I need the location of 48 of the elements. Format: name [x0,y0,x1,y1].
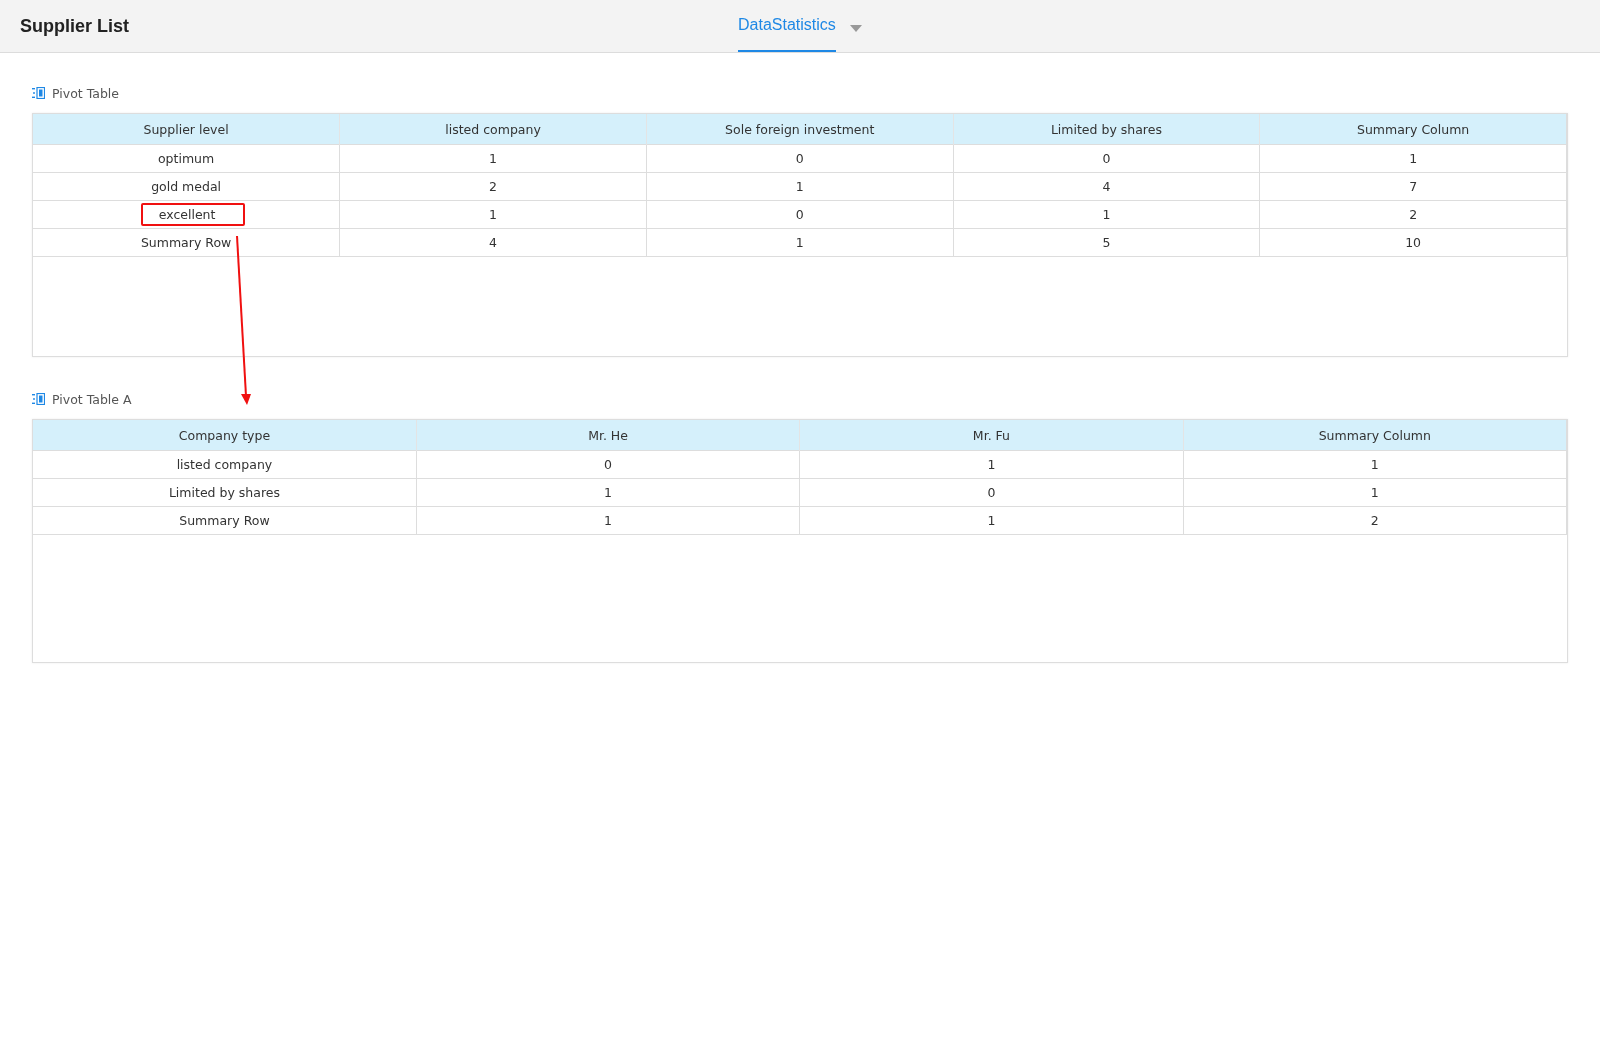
section-title: Pivot Table [52,85,119,101]
column-header: Sole foreign investment [646,114,954,145]
table-cell: Limited by shares [33,478,417,507]
table-cell: 1 [1183,478,1567,507]
table-cell: 0 [646,200,954,229]
caret-icon[interactable] [849,24,862,32]
table-cell: 4 [953,172,1260,201]
highlighted-cell-text: excellent [140,203,246,226]
column-header: Limited by shares [953,114,1260,145]
table-icon [32,87,45,99]
table-cell: 1 [339,200,647,229]
column-header: Summary Column [1259,114,1567,145]
column-header: Supplier level [33,114,340,145]
column-header: Summary Column [1183,420,1567,451]
column-header: Mr. Fu [799,420,1184,451]
page-title: Supplier List [20,15,129,37]
table-cell: 1 [1259,144,1567,173]
table-cell: optimum [33,144,340,173]
section-title: Pivot Table A [52,391,132,407]
table-cell: 1 [416,506,800,535]
table-cell: 4 [339,228,647,257]
table-cell: 1 [646,172,954,201]
table-cell: 0 [416,450,800,479]
tab[interactable]: DataStatistics [738,0,836,52]
table-cell: listed company [33,450,417,479]
table-cell: 0 [799,478,1184,507]
table-cell: 1 [799,506,1184,535]
table-cell: Summary Row [33,228,340,257]
table-cell: 2 [1259,200,1567,229]
table-cell: 1 [339,144,647,173]
table-cell: Summary Row [33,506,417,535]
column-header: Mr. He [416,420,800,451]
table-cell: gold medal [33,172,340,201]
table-cell: 1 [1183,450,1567,479]
table-cell: 0 [953,144,1260,173]
table-cell: 5 [953,228,1260,257]
table-cell: 1 [953,200,1260,229]
column-header: listed company [339,114,647,145]
table-icon [32,393,45,405]
table-cell: 1 [416,478,800,507]
table-cell: 7 [1259,172,1567,201]
table-cell: 2 [1183,506,1567,535]
table-cell: 1 [799,450,1184,479]
table-cell: 0 [646,144,954,173]
column-header: Company type [33,420,417,451]
table-cell: 1 [646,228,954,257]
table-cell: 2 [339,172,647,201]
table-cell: 10 [1259,228,1567,257]
